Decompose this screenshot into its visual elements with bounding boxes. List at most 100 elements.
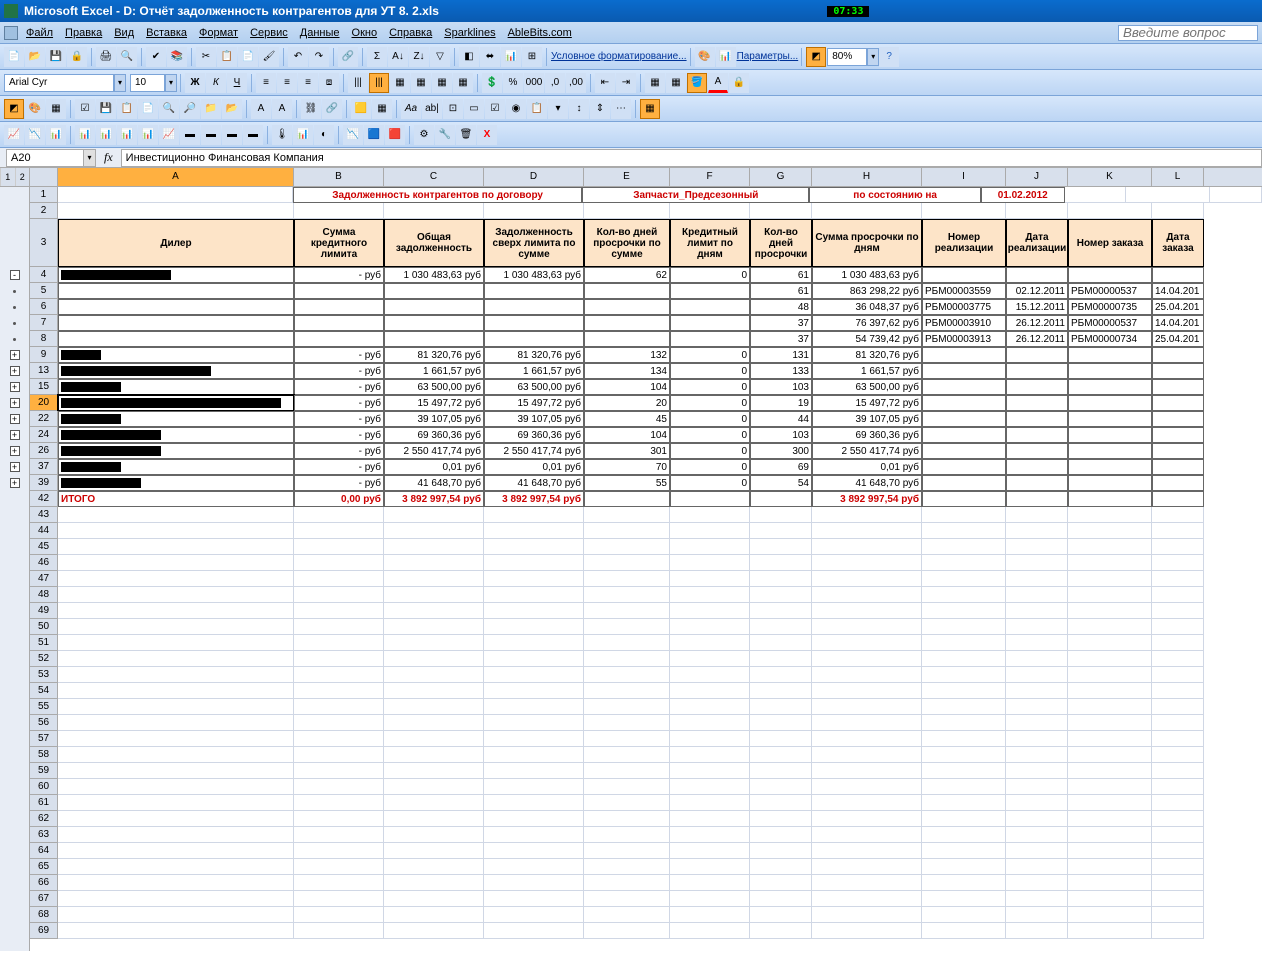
cell[interactable]	[294, 795, 384, 811]
cell[interactable]	[750, 571, 812, 587]
cell-I[interactable]	[922, 427, 1006, 443]
cell[interactable]	[584, 747, 670, 763]
cell[interactable]	[584, 539, 670, 555]
cell[interactable]	[1152, 859, 1204, 875]
listbox-icon[interactable]: 📋	[527, 99, 547, 119]
drawing-icon[interactable]: ⊞	[522, 47, 542, 67]
cell[interactable]	[750, 891, 812, 907]
cell-H[interactable]: 54 739,42 руб	[812, 331, 922, 347]
cell[interactable]	[670, 907, 750, 923]
cell-I[interactable]	[922, 411, 1006, 427]
cell[interactable]	[384, 603, 484, 619]
cell[interactable]	[1210, 187, 1262, 203]
cell[interactable]	[812, 539, 922, 555]
cell[interactable]	[58, 603, 294, 619]
cell[interactable]	[384, 619, 484, 635]
cell-G[interactable]: 133	[750, 363, 812, 379]
cell-E[interactable]: 132	[584, 347, 670, 363]
cell-F[interactable]	[670, 331, 750, 347]
cell-D[interactable]: 15 497,72 руб	[484, 395, 584, 411]
header-total_debt[interactable]: Общая задолженность	[384, 219, 484, 267]
cell[interactable]	[484, 715, 584, 731]
cell[interactable]	[750, 587, 812, 603]
permission-icon[interactable]: 🔒	[67, 47, 87, 67]
cell[interactable]	[1065, 187, 1127, 203]
cell-C[interactable]: 1 030 483,63 руб	[384, 267, 484, 283]
redo-icon[interactable]: ↷	[309, 47, 329, 67]
grid1-icon[interactable]: ▦	[390, 73, 410, 93]
cell[interactable]	[484, 731, 584, 747]
cell-D[interactable]: 1 661,57 руб	[484, 363, 584, 379]
cell-F[interactable]	[670, 283, 750, 299]
spark19-icon[interactable]: ⚙	[414, 125, 434, 145]
cell[interactable]	[812, 507, 922, 523]
cell[interactable]	[584, 635, 670, 651]
cell-L[interactable]: 25.04.201	[1152, 299, 1204, 315]
cell[interactable]	[1006, 731, 1068, 747]
cell-I[interactable]	[922, 443, 1006, 459]
cell[interactable]	[750, 779, 812, 795]
cell[interactable]	[294, 683, 384, 699]
cell-C[interactable]: 2 550 417,74 руб	[384, 443, 484, 459]
cell[interactable]	[1006, 923, 1068, 939]
cell[interactable]	[384, 539, 484, 555]
spark1-icon[interactable]: 📈	[4, 125, 24, 145]
name-box[interactable]: A20	[6, 149, 84, 167]
cell[interactable]	[584, 699, 670, 715]
cell-C[interactable]: 15 497,72 руб	[384, 395, 484, 411]
cell[interactable]	[750, 699, 812, 715]
tool7-icon[interactable]: 📄	[138, 99, 158, 119]
cell[interactable]	[1068, 571, 1152, 587]
tool3-icon[interactable]: ▦	[46, 99, 66, 119]
cell[interactable]	[922, 923, 1006, 939]
cell-F[interactable]: 0	[670, 363, 750, 379]
cell-G[interactable]: 61	[750, 267, 812, 283]
total-D[interactable]: 3 892 997,54 руб	[484, 491, 584, 507]
row-header-65[interactable]: 65	[30, 859, 58, 875]
spark3-icon[interactable]: 📊	[46, 125, 66, 145]
dealer-cell[interactable]	[58, 411, 294, 427]
cell[interactable]	[384, 587, 484, 603]
cell[interactable]	[1068, 555, 1152, 571]
option-icon[interactable]: ◉	[506, 99, 526, 119]
column-header-K[interactable]: K	[1068, 168, 1152, 186]
cell[interactable]	[484, 859, 584, 875]
row-header-6[interactable]: 6	[30, 299, 58, 315]
spark10-icon[interactable]: ▬	[201, 125, 221, 145]
cell[interactable]	[750, 507, 812, 523]
font-size-combo[interactable]: 10	[130, 74, 165, 92]
hyperlink-icon[interactable]: 🔗	[338, 47, 358, 67]
tool8-icon[interactable]: 🔍	[159, 99, 179, 119]
cell[interactable]	[1006, 779, 1068, 795]
cell[interactable]	[670, 731, 750, 747]
cell[interactable]	[812, 811, 922, 827]
cell[interactable]	[384, 843, 484, 859]
spark15-icon[interactable]: ◐	[314, 125, 334, 145]
spark2-icon[interactable]: 📉	[25, 125, 45, 145]
cell-G[interactable]: 44	[750, 411, 812, 427]
cell[interactable]	[750, 843, 812, 859]
cell[interactable]	[670, 795, 750, 811]
cell[interactable]	[484, 763, 584, 779]
row-header-9[interactable]: 9	[30, 347, 58, 363]
cell-C[interactable]: 69 360,36 руб	[384, 427, 484, 443]
cell-E[interactable]	[584, 315, 670, 331]
column-header-I[interactable]: I	[922, 168, 1006, 186]
cell[interactable]	[1152, 827, 1204, 843]
cell-C[interactable]	[384, 331, 484, 347]
spellcheck-icon[interactable]: ✔	[146, 47, 166, 67]
zoom-combo[interactable]: 80%	[827, 48, 867, 66]
header-sale_no[interactable]: Номер реализации	[922, 219, 1006, 267]
cell-K[interactable]	[1068, 443, 1152, 459]
cell[interactable]	[584, 491, 670, 507]
align-right-icon[interactable]: ≡	[298, 73, 318, 93]
cell-H[interactable]: 15 497,72 руб	[812, 395, 922, 411]
new-icon[interactable]: 📄	[4, 47, 24, 67]
cell[interactable]	[384, 875, 484, 891]
dealer-cell[interactable]	[58, 427, 294, 443]
cell[interactable]	[670, 891, 750, 907]
cell[interactable]	[750, 667, 812, 683]
title-debt[interactable]: Задолженность контрагентов по договору	[293, 187, 582, 203]
cell-I[interactable]: РБМ00003910	[922, 315, 1006, 331]
tool2-icon[interactable]: 🎨	[25, 99, 45, 119]
